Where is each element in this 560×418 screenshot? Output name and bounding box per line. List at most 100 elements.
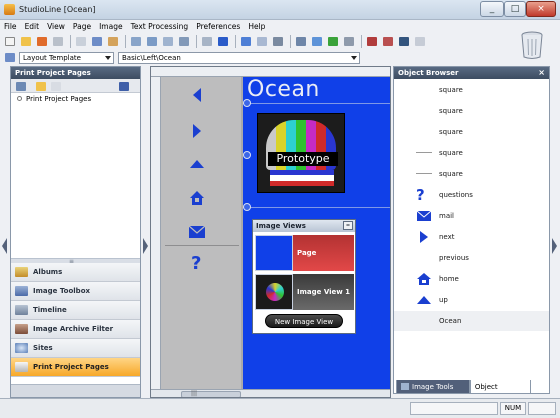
menu-view[interactable]: View: [43, 20, 69, 33]
align-icon[interactable]: [365, 35, 379, 48]
object-item-square[interactable]: square: [394, 164, 549, 184]
crosshair-icon[interactable]: [413, 35, 427, 48]
nav-image-toolbox[interactable]: Image Toolbox: [11, 282, 140, 301]
menu-page[interactable]: Page: [69, 20, 95, 33]
object-label: questions: [439, 191, 473, 199]
object-item-home[interactable]: home: [394, 269, 549, 289]
template-path-select[interactable]: Basic\Left\Ocean: [118, 51, 360, 64]
nav-print-project-pages[interactable]: Print Project Pages: [11, 358, 140, 377]
import-icon[interactable]: [35, 35, 49, 48]
brush-icon[interactable]: [216, 35, 230, 48]
mail-icon[interactable]: [188, 225, 206, 239]
frame-icon[interactable]: [161, 35, 175, 48]
new-page-icon[interactable]: [49, 80, 63, 93]
menu-text-processing[interactable]: Text Processing: [127, 20, 193, 33]
new-image-view-button[interactable]: New Image View: [265, 314, 343, 328]
image-view-item-1[interactable]: Image View 1: [255, 274, 354, 310]
minimize-panel-button[interactable]: –: [343, 221, 353, 230]
copy-icon[interactable]: [90, 35, 104, 48]
object-item-previous[interactable]: previous: [394, 248, 549, 268]
cut-icon[interactable]: [74, 35, 88, 48]
menu-image[interactable]: Image: [95, 20, 127, 33]
tab-object-browser[interactable]: Object Browser: [469, 380, 531, 405]
object-item-up[interactable]: up: [394, 290, 549, 310]
left-nav: Albums Image Toolbox Timeline Image Arch…: [11, 263, 140, 377]
resize-handle[interactable]: [243, 151, 251, 159]
print-icon[interactable]: [342, 35, 356, 48]
object-item-mail[interactable]: mail: [394, 206, 549, 226]
previous-icon[interactable]: [189, 86, 205, 104]
undo-icon[interactable]: [239, 35, 253, 48]
object-item-square[interactable]: square: [394, 101, 549, 121]
prototype-image[interactable]: Prototype: [257, 113, 345, 193]
folder-icon[interactable]: [34, 80, 48, 93]
left-panel-footer: [11, 384, 140, 397]
object-item-questions[interactable]: ? questions: [394, 185, 549, 205]
nav-timeline[interactable]: Timeline: [11, 301, 140, 320]
object-browser-header: Object Browser ×: [394, 67, 549, 79]
tab-image-tools-bar[interactable]: Image Tools Bar: [396, 380, 470, 405]
trash-icon[interactable]: [520, 30, 544, 60]
collapse-right-panel-icon[interactable]: [552, 238, 557, 254]
resize-handle[interactable]: [243, 203, 251, 211]
up-icon[interactable]: [189, 157, 205, 171]
image-views-header: Image Views –: [253, 220, 355, 232]
chevron-down-icon: [105, 55, 111, 60]
template-type-select[interactable]: Layout Template: [19, 51, 114, 64]
tree-item-print-project-pages[interactable]: Print Project Pages: [17, 95, 140, 103]
object-label: Ocean: [439, 317, 462, 325]
close-button[interactable]: ×: [526, 1, 556, 17]
line-icon: [416, 152, 432, 153]
check-icon[interactable]: [326, 35, 340, 48]
maximize-button[interactable]: □: [504, 1, 526, 17]
text-icon[interactable]: [200, 35, 214, 48]
home-icon[interactable]: [189, 189, 205, 207]
next-icon[interactable]: [189, 122, 205, 140]
status-field-2: [528, 402, 556, 415]
zoom-icon[interactable]: [294, 35, 308, 48]
sites-icon: [15, 343, 28, 353]
redo-icon[interactable]: [255, 35, 269, 48]
rotate-icon[interactable]: [310, 35, 324, 48]
grid-icon[interactable]: [177, 35, 191, 48]
object-label: up: [439, 296, 448, 304]
nav-albums[interactable]: Albums: [11, 263, 140, 282]
object-item-square[interactable]: square: [394, 122, 549, 142]
preview-icon[interactable]: [271, 35, 285, 48]
close-icon[interactable]: ×: [538, 67, 545, 79]
layout-canvas[interactable]: ? Ocean Prototype Image Views – Page Ima…: [150, 66, 391, 398]
nav-label: Image Archive Filter: [33, 325, 114, 333]
nav-image-archive-filter[interactable]: Image Archive Filter: [11, 320, 140, 339]
page-icon[interactable]: [145, 35, 159, 48]
nav-sites[interactable]: Sites: [11, 339, 140, 358]
object-item-square[interactable]: square: [394, 80, 549, 100]
horizontal-scrollbar[interactable]: |||: [151, 389, 390, 397]
collapse-left-icon[interactable]: [2, 238, 7, 254]
scroll-thumb[interactable]: [181, 391, 241, 397]
menu-preferences[interactable]: Preferences: [192, 20, 244, 33]
open-icon[interactable]: [19, 35, 33, 48]
toolbar-separator: [235, 35, 236, 48]
paste-icon[interactable]: [106, 35, 120, 48]
collapse-right-icon[interactable]: [143, 238, 148, 254]
questions-icon[interactable]: ?: [191, 253, 201, 274]
object-item-next[interactable]: next: [394, 227, 549, 247]
layout-icon[interactable]: [129, 35, 143, 48]
menu-file[interactable]: File: [0, 20, 21, 33]
minimize-button[interactable]: _: [480, 1, 504, 17]
toolbar-separator: [70, 35, 71, 48]
layout-template-icon: [4, 52, 16, 63]
menu-edit[interactable]: Edit: [21, 20, 44, 33]
object-item-square[interactable]: square: [394, 143, 549, 163]
new-icon[interactable]: [3, 35, 17, 48]
up-arrow-icon[interactable]: [14, 80, 28, 93]
distribute-icon[interactable]: [381, 35, 395, 48]
object-item-ocean[interactable]: Ocean: [394, 311, 549, 331]
menu-help[interactable]: Help: [244, 20, 269, 33]
search-icon[interactable]: [397, 35, 411, 48]
save-icon[interactable]: [51, 35, 65, 48]
window-title: StudioLine [Ocean]: [19, 5, 96, 14]
image-view-item-page[interactable]: Page: [255, 235, 354, 271]
resize-handle[interactable]: [243, 99, 251, 107]
export-icon[interactable]: [117, 80, 131, 93]
